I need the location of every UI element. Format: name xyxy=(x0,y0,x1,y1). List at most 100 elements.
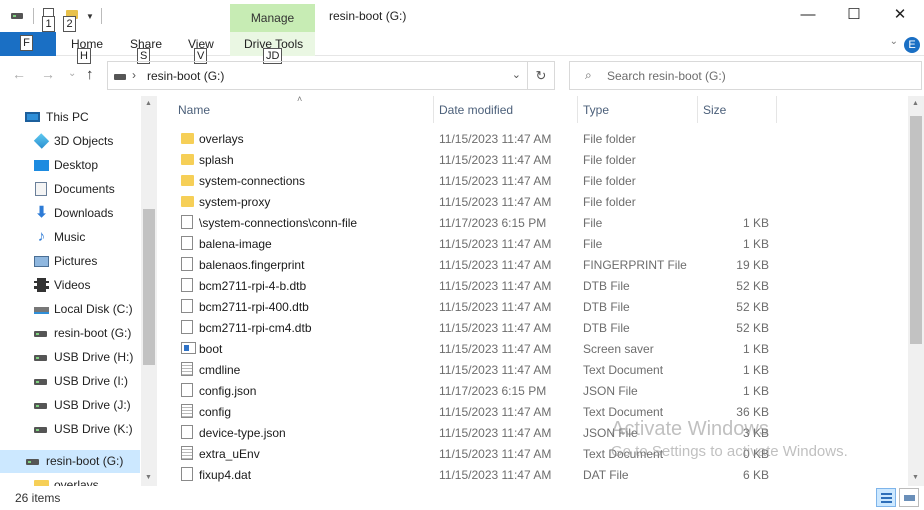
file-size: 1 KB xyxy=(742,384,769,398)
column-header-name[interactable]: Name xyxy=(172,96,433,123)
date-modified: 11/15/2023 11:47 AM xyxy=(439,321,552,335)
table-row[interactable]: bcm2711-rpi-400.dtb 11/15/2023 11:47 AM DT… xyxy=(160,296,908,317)
table-row[interactable]: splash 11/15/2023 11:47 AM File folder xyxy=(160,149,908,170)
column-header-size[interactable]: Size xyxy=(697,96,776,123)
folder-icon xyxy=(181,133,194,144)
scrollbar-thumb[interactable] xyxy=(143,209,155,365)
nav-item-label: USB Drive (I:) xyxy=(54,374,129,388)
table-row[interactable]: cmdline 11/15/2023 11:47 AM Text Document 1… xyxy=(160,359,908,380)
nav-item-label: Pictures xyxy=(54,254,98,268)
nav-pane-scrollbar[interactable]: ▲ ▼ xyxy=(141,96,157,486)
file-size: 1 KB xyxy=(742,237,769,251)
file-name: device-type.json xyxy=(199,426,286,440)
keytip-file: F xyxy=(20,35,33,51)
maximize-button[interactable]: ☐ xyxy=(831,0,877,32)
nav-item-music[interactable]: ♪ Music xyxy=(0,226,140,248)
table-row[interactable]: config.json 11/17/2023 6:15 PM JSON File 1 … xyxy=(160,380,908,401)
table-row[interactable]: system-connections 11/15/2023 11:47 AM Fil… xyxy=(160,170,908,191)
file-name: cmdline xyxy=(199,363,241,377)
file-name: boot xyxy=(199,342,223,356)
table-row[interactable]: balenaos.fingerprint 11/15/2023 11:47 AM F… xyxy=(160,254,908,275)
nav-item-desktop[interactable]: Desktop xyxy=(0,154,140,176)
tab-file[interactable]: F xyxy=(0,32,56,56)
scroll-down-icon[interactable]: ▼ xyxy=(145,474,152,481)
table-row[interactable]: \system-connections\conn-file 11/17/2023 … xyxy=(160,212,908,233)
details-view-button[interactable] xyxy=(876,488,896,507)
back-button[interactable]: ← xyxy=(12,66,26,82)
close-button[interactable]: ✕ xyxy=(877,0,923,32)
tab-manage[interactable]: Manage xyxy=(230,4,315,32)
table-row[interactable]: balena-image 11/15/2023 11:47 AM File 1 KB xyxy=(160,233,908,254)
table-row[interactable]: boot 11/15/2023 11:47 AM Screen saver 1 KB xyxy=(160,338,908,359)
nav-item-usb-drive-h[interactable]: USB Drive (H:) xyxy=(0,346,140,368)
text-document-icon xyxy=(181,446,193,460)
recent-locations-button[interactable]: ⌄ xyxy=(68,68,76,79)
nav-item-resin-boot-g[interactable]: resin-boot (G:) xyxy=(0,322,140,344)
table-row[interactable]: bcm2711-rpi-cm4.dtb 11/15/2023 11:47 AM DT… xyxy=(160,317,908,338)
nav-item-local-disk-c[interactable]: Local Disk (C:) xyxy=(0,298,140,320)
refresh-button[interactable]: ↻ xyxy=(527,61,555,90)
folder-icon xyxy=(181,196,194,207)
nav-item-videos[interactable]: Videos xyxy=(0,274,140,296)
scroll-up-icon[interactable]: ▲ xyxy=(145,100,152,107)
nav-item-label: Local Disk (C:) xyxy=(54,302,133,316)
scroll-down-icon[interactable]: ▼ xyxy=(912,474,919,481)
folder-icon xyxy=(181,175,194,186)
minimize-button[interactable]: — xyxy=(785,0,831,32)
breadcrumb[interactable]: resin-boot (G:) xyxy=(147,69,224,83)
file-icon xyxy=(181,383,193,397)
file-icon xyxy=(181,215,193,229)
address-dropdown-icon[interactable]: ⌄ xyxy=(512,68,521,81)
large-icons-view-button[interactable] xyxy=(899,488,919,507)
search-input[interactable] xyxy=(607,67,907,85)
search-box[interactable]: ⌕ xyxy=(569,61,922,90)
column-header-type[interactable]: Type xyxy=(577,96,697,123)
help-button[interactable]: E xyxy=(904,37,920,53)
item-count: 26 items xyxy=(15,491,61,505)
file-size: 52 KB xyxy=(736,300,769,314)
date-modified: 11/15/2023 11:47 AM xyxy=(439,153,552,167)
nav-item-usb-drive-k[interactable]: USB Drive (K:) xyxy=(0,418,140,440)
file-name: \system-connections\conn-file xyxy=(199,216,358,230)
column-header-date-modified[interactable]: Date modified xyxy=(433,96,577,123)
table-row[interactable]: bcm2711-rpi-4-b.dtb 11/15/2023 11:47 AM DT… xyxy=(160,275,908,296)
file-list-scrollbar[interactable]: ▲ ▼ xyxy=(908,96,924,486)
column-divider[interactable] xyxy=(776,96,777,123)
title-bar: 1 2 ▼ Manage resin-boot (G:) — ☐ ✕ xyxy=(0,0,924,32)
breadcrumb-chevron-icon[interactable]: › xyxy=(132,68,136,82)
up-button[interactable]: ↑ xyxy=(86,66,94,83)
nav-item-label: USB Drive (H:) xyxy=(54,350,134,364)
table-row[interactable]: config 11/15/2023 11:47 AM Text Document 36… xyxy=(160,401,908,422)
date-modified: 11/15/2023 11:47 AM xyxy=(439,342,552,356)
nav-item-resin-boot-g-selected[interactable]: resin-boot (G:) xyxy=(0,450,140,473)
divider xyxy=(101,8,102,24)
file-icon xyxy=(181,278,193,292)
nav-item-usb-drive-i[interactable]: USB Drive (I:) xyxy=(0,370,140,392)
scroll-up-icon[interactable]: ▲ xyxy=(912,100,919,107)
nav-item-label: Desktop xyxy=(54,158,99,172)
table-row[interactable]: overlays 11/15/2023 11:47 AM File folder xyxy=(160,128,908,149)
nav-item-3d-objects[interactable]: 3D Objects xyxy=(0,130,140,152)
nav-item-label: Videos xyxy=(54,278,91,292)
table-row[interactable]: system-proxy 11/15/2023 11:47 AM File fold… xyxy=(160,191,908,212)
date-modified: 11/15/2023 11:47 AM xyxy=(439,258,552,272)
activation-watermark-title: Activate Windows xyxy=(611,418,769,440)
expand-ribbon-icon[interactable]: ⌄ xyxy=(890,36,898,47)
nav-item-documents[interactable]: Documents xyxy=(0,178,140,200)
drive-icon xyxy=(114,74,126,80)
address-bar[interactable]: › resin-boot (G:) ⌄ xyxy=(107,61,528,90)
forward-button[interactable]: → xyxy=(41,66,55,82)
nav-item-this-pc[interactable]: This PC xyxy=(0,106,140,128)
customize-quick-access-icon[interactable]: ▼ xyxy=(86,12,94,21)
file-type: File xyxy=(583,237,603,251)
table-row[interactable]: device-type.json 11/15/2023 11:47 AM JSON … xyxy=(160,422,908,443)
nav-item-pictures[interactable]: Pictures xyxy=(0,250,140,272)
table-row[interactable]: fixup4.dat 11/15/2023 11:47 AM DAT File 6 K… xyxy=(160,464,908,485)
scrollbar-thumb[interactable] xyxy=(910,116,922,344)
date-modified: 11/15/2023 11:47 AM xyxy=(439,363,552,377)
nav-item-usb-drive-j[interactable]: USB Drive (J:) xyxy=(0,394,140,416)
nav-item-downloads[interactable]: ⬇ Downloads xyxy=(0,202,140,224)
nav-item-overlays[interactable]: overlays xyxy=(0,474,140,486)
computer-icon xyxy=(25,112,40,122)
file-name: bcm2711-rpi-cm4.dtb xyxy=(199,321,312,335)
